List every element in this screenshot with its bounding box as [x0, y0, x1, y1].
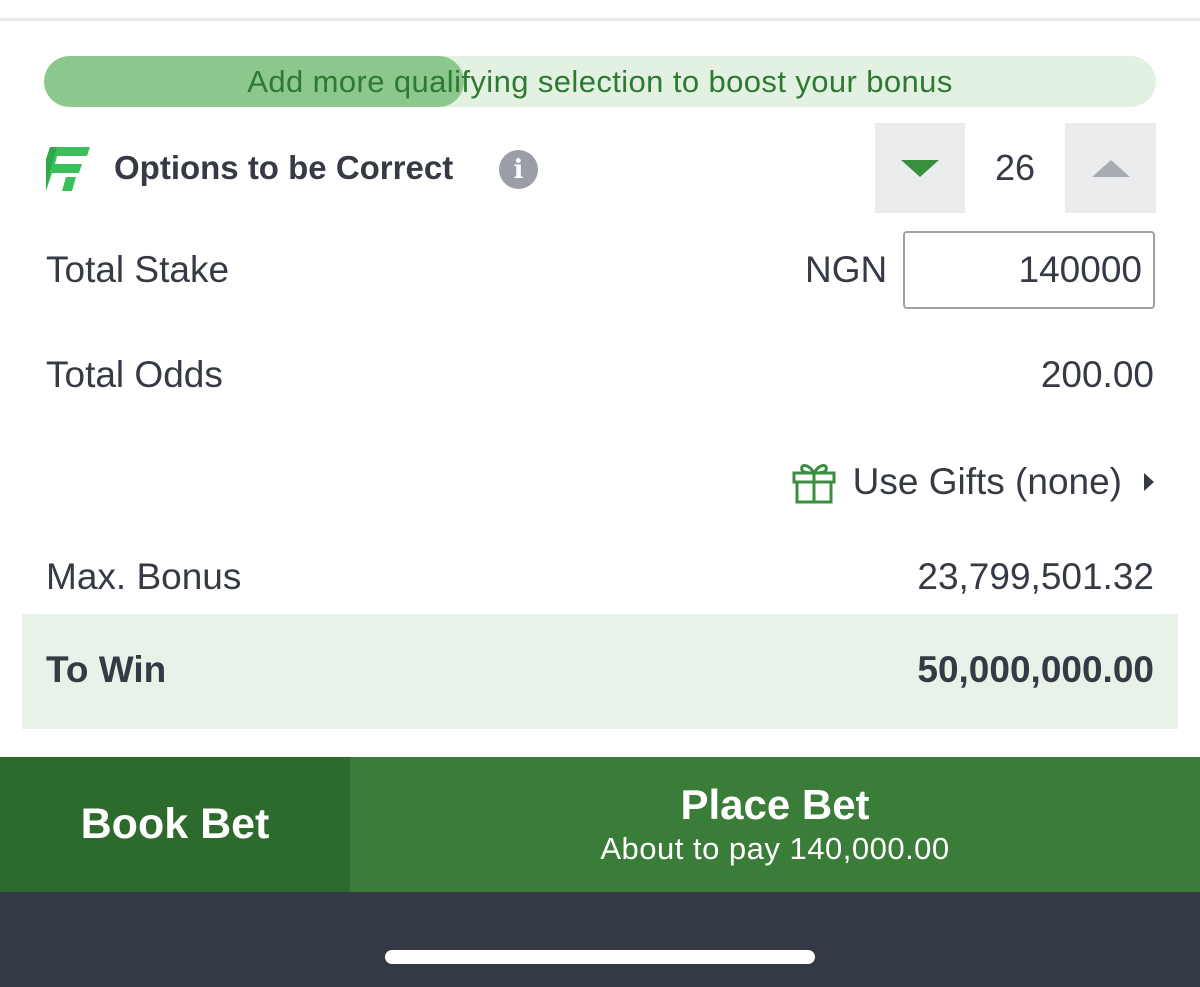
caret-right-icon — [1144, 473, 1154, 491]
place-bet-button[interactable]: Place Bet About to pay 140,000.00 — [350, 757, 1200, 892]
book-bet-label: Book Bet — [80, 800, 270, 848]
total-stake-label: Total Stake — [46, 249, 230, 290]
triangle-down-icon — [901, 159, 939, 177]
stake-input[interactable] — [903, 231, 1155, 309]
place-bet-amount: About to pay 140,000.00 — [600, 830, 950, 866]
options-correct-row: Options to be Correct i 26 — [44, 123, 1156, 215]
bonus-progress-text: Add more qualifying selection to boost y… — [247, 63, 953, 99]
top-divider — [0, 18, 1200, 21]
options-increment-button[interactable] — [1065, 123, 1156, 213]
use-gifts-label: Use Gifts (none) — [852, 461, 1122, 502]
system-bottom-bar — [0, 892, 1200, 987]
info-icon[interactable]: i — [499, 150, 538, 189]
total-odds-value: 200.00 — [1040, 354, 1154, 395]
triangle-up-icon — [1091, 159, 1130, 177]
options-correct-label: Options to be Correct — [114, 149, 454, 186]
stake-currency: NGN — [805, 249, 888, 290]
brand-f-logo-icon — [46, 147, 90, 191]
book-bet-button[interactable]: Book Bet — [0, 757, 350, 892]
to-win-label: To Win — [46, 649, 167, 690]
home-indicator[interactable] — [385, 950, 815, 964]
options-decrement-button[interactable] — [875, 123, 965, 213]
bonus-progress-bar: Add more qualifying selection to boost y… — [44, 56, 1156, 107]
to-win-band: To Win 50,000,000.00 — [22, 614, 1178, 729]
use-gifts-link[interactable]: Use Gifts (none) — [791, 458, 1154, 506]
gift-icon — [792, 464, 836, 504]
place-bet-label: Place Bet — [680, 780, 870, 828]
options-stepper-value: 26 — [994, 147, 1036, 188]
to-win-value: 50,000,000.00 — [917, 649, 1154, 690]
total-odds-label: Total Odds — [46, 354, 223, 395]
max-bonus-label: Max. Bonus — [46, 556, 242, 597]
max-bonus-value: 23,799,501.32 — [917, 556, 1154, 597]
